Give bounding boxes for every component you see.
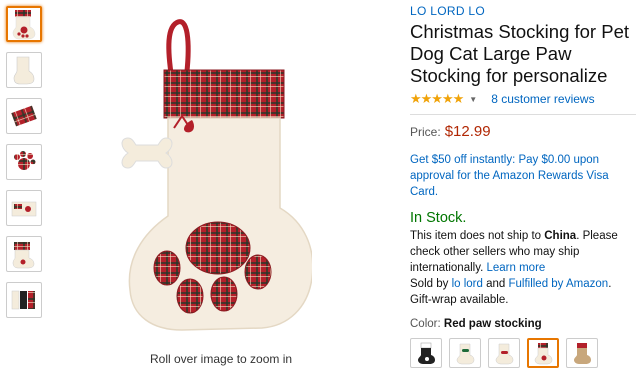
color-row: Color: Red paw stocking — [410, 318, 636, 330]
customer-reviews-link[interactable]: 8 customer reviews — [491, 92, 594, 106]
thumbnail-5[interactable] — [6, 190, 42, 226]
swatch-black[interactable] — [410, 338, 442, 368]
brand-link[interactable]: LO LORD LO — [410, 4, 636, 18]
thumbnail-4[interactable] — [6, 144, 42, 180]
price-value: $12.99 — [444, 123, 491, 140]
thumbnail-6[interactable] — [6, 236, 42, 272]
country-name: China — [544, 230, 577, 242]
zoom-hint: Roll over image to zoom in — [150, 352, 293, 366]
learn-more-link[interactable]: Learn more — [487, 262, 546, 274]
thumbnail-2[interactable] — [6, 52, 42, 88]
star-rating-icon[interactable]: ★★★★★ — [410, 91, 464, 107]
swatch-red-bone[interactable] — [488, 338, 520, 368]
swatch-red-paw[interactable] — [527, 338, 559, 368]
shipping-info: This item does not ship to China. Please… — [410, 228, 636, 308]
and-text: and — [482, 278, 509, 290]
rating-row: ★★★★★ ▼ 8 customer reviews — [410, 91, 636, 107]
divider — [410, 114, 636, 115]
sold-by-text: Sold by — [410, 278, 452, 290]
promo-link[interactable]: Get $50 off instantly: Pay $0.00 upon ap… — [410, 152, 636, 200]
color-swatches — [410, 338, 636, 368]
swatch-burlap[interactable] — [566, 338, 598, 368]
product-title: Christmas Stocking for Pet Dog Cat Large… — [410, 21, 629, 86]
period-text: . — [608, 278, 612, 290]
thumbnail-1[interactable] — [6, 6, 42, 42]
product-image[interactable] — [112, 8, 314, 348]
gift-wrap-text: Gift-wrap available. — [410, 294, 509, 306]
stock-status: In Stock. — [410, 210, 467, 226]
thumbnail-3[interactable] — [6, 98, 42, 134]
price-row: Price: $12.99 — [410, 123, 636, 140]
price-label: Price: — [410, 125, 441, 139]
thumbnail-list — [6, 6, 46, 328]
color-value: Red paw stocking — [443, 318, 542, 330]
seller-link[interactable]: lo lord — [452, 278, 483, 290]
shipping-text: This item does not ship to — [410, 230, 545, 242]
thumbnail-7[interactable] — [6, 282, 42, 318]
product-details: LO LORD LO Christmas Stocking for Pet Do… — [410, 4, 636, 368]
swatch-white-bone[interactable] — [449, 338, 481, 368]
chevron-down-icon[interactable]: ▼ — [469, 95, 477, 104]
color-label: Color: — [410, 318, 441, 330]
fulfilled-by-link[interactable]: Fulfilled by Amazon — [508, 278, 608, 290]
